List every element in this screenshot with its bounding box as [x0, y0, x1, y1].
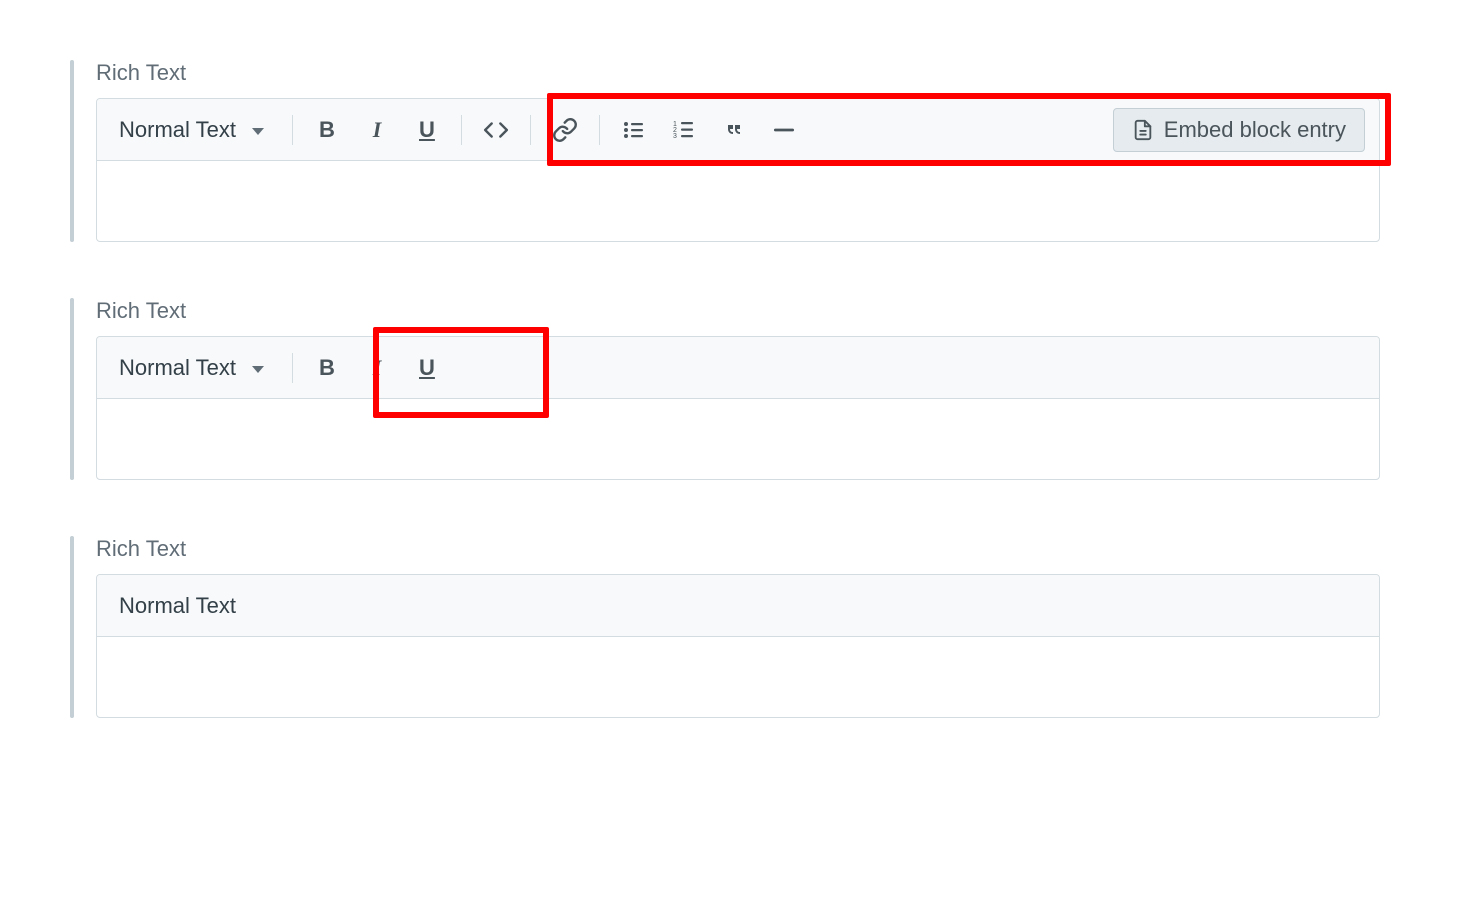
- link-icon: [552, 117, 578, 143]
- paragraph-style-label: Normal Text: [119, 593, 236, 619]
- underline-button[interactable]: U: [409, 112, 445, 148]
- blockquote-icon: [722, 118, 746, 142]
- editor-content-area[interactable]: [97, 161, 1379, 241]
- toolbar-separator: [292, 115, 293, 145]
- code-button[interactable]: [478, 112, 514, 148]
- italic-icon: I: [373, 117, 382, 143]
- toolbar-separator: [530, 115, 531, 145]
- bold-button[interactable]: B: [309, 350, 345, 386]
- field-label: Rich Text: [96, 298, 1380, 324]
- bold-icon: B: [319, 355, 335, 381]
- rich-text-field: Rich Text Normal Text B I U: [70, 298, 1380, 480]
- rich-text-editor: Normal Text B I U: [96, 336, 1380, 480]
- bold-icon: B: [319, 117, 335, 143]
- underline-button[interactable]: U: [409, 350, 445, 386]
- rich-text-field: Rich Text Normal Text: [70, 536, 1380, 718]
- paragraph-style-dropdown[interactable]: Normal Text: [111, 111, 276, 149]
- field-indicator-rule: [70, 536, 74, 718]
- numbered-list-icon: 123: [672, 118, 696, 142]
- toolbar-separator: [599, 115, 600, 145]
- blockquote-button[interactable]: [716, 112, 752, 148]
- italic-button[interactable]: I: [359, 112, 395, 148]
- bold-button[interactable]: B: [309, 112, 345, 148]
- rich-text-editor: Normal Text: [96, 574, 1380, 718]
- italic-icon: I: [373, 355, 382, 381]
- underline-icon: U: [419, 355, 435, 381]
- paragraph-style-dropdown[interactable]: Normal Text: [111, 587, 248, 625]
- chevron-down-icon: [252, 128, 264, 135]
- document-icon: [1132, 119, 1154, 141]
- code-icon: [483, 117, 509, 143]
- editor-toolbar: Normal Text B I U: [97, 337, 1379, 399]
- numbered-list-button[interactable]: 123: [666, 112, 702, 148]
- italic-button[interactable]: I: [359, 350, 395, 386]
- bulleted-list-icon: [622, 118, 646, 142]
- editor-content-area[interactable]: [97, 399, 1379, 479]
- editor-toolbar: Normal Text: [97, 575, 1379, 637]
- toolbar-separator: [461, 115, 462, 145]
- field-indicator-rule: [70, 298, 74, 480]
- paragraph-style-dropdown[interactable]: Normal Text: [111, 349, 276, 387]
- hyperlink-button[interactable]: [547, 112, 583, 148]
- underline-icon: U: [419, 117, 435, 143]
- chevron-down-icon: [252, 366, 264, 373]
- field-label: Rich Text: [96, 60, 1380, 86]
- paragraph-style-label: Normal Text: [119, 355, 236, 381]
- field-indicator-rule: [70, 60, 74, 242]
- editor-toolbar: Normal Text B I U: [97, 99, 1379, 161]
- editor-content-area[interactable]: [97, 637, 1379, 717]
- embed-button-label: Embed block entry: [1164, 117, 1346, 143]
- embed-block-entry-button[interactable]: Embed block entry: [1113, 108, 1365, 152]
- field-label: Rich Text: [96, 536, 1380, 562]
- horizontal-rule-button[interactable]: [766, 112, 802, 148]
- rich-text-editor: Normal Text B I U: [96, 98, 1380, 242]
- svg-text:3: 3: [673, 133, 677, 140]
- paragraph-style-label: Normal Text: [119, 117, 236, 143]
- bulleted-list-button[interactable]: [616, 112, 652, 148]
- toolbar-separator: [292, 353, 293, 383]
- horizontal-rule-icon: [771, 117, 797, 143]
- rich-text-field: Rich Text Normal Text B I U: [70, 60, 1380, 242]
